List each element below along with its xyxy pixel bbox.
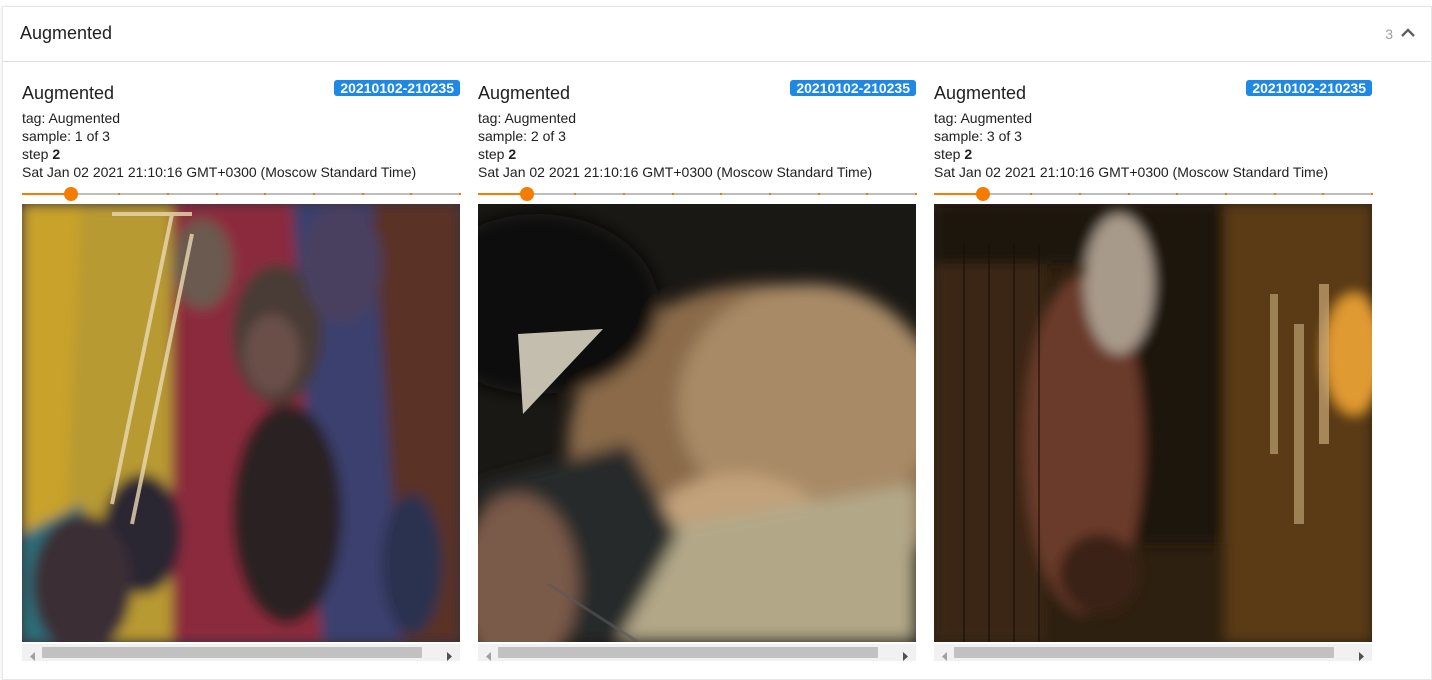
slider-tick: [69, 193, 72, 195]
slider-tick: [1127, 193, 1130, 195]
horizontal-scrollbar[interactable]: [934, 644, 1372, 661]
slider-tick: [1371, 193, 1373, 195]
image-card-2: Augmented 20210102-210235 tag: Augmented…: [478, 80, 917, 661]
scroll-right-icon[interactable]: [1357, 648, 1366, 661]
slider-tick: [574, 193, 577, 195]
scrollbar-thumb[interactable]: [42, 647, 422, 658]
chevron-up-icon[interactable]: [1399, 24, 1417, 42]
card-title: Augmented: [934, 83, 1027, 103]
slider-tick: [167, 193, 169, 195]
step-value: 2: [508, 146, 517, 162]
pane-header[interactable]: Augmented 3: [3, 7, 1431, 62]
image-card-3: Augmented 20210102-210235 tag: Augmented…: [934, 80, 1373, 661]
slider-tick: [720, 193, 723, 195]
slider-tick: [915, 193, 917, 195]
run-badge: 20210102-210235: [1246, 80, 1372, 96]
sample-image: [22, 204, 460, 642]
slider-tick: [525, 193, 528, 195]
tag-label: tag: Augmented: [22, 110, 121, 126]
slider-tick: [264, 193, 267, 195]
image-card-1: Augmented 20210102-210235 tag: Augmented…: [22, 80, 461, 661]
sample-image: [478, 204, 916, 642]
augmented-pane: Augmented 3 Augmented 20210102-210235 ta…: [2, 6, 1432, 680]
run-badge: 20210102-210235: [790, 80, 916, 96]
run-badge: 20210102-210235: [334, 80, 460, 96]
slider-tick: [118, 193, 121, 195]
sample-label: sample: 3 of 3: [934, 128, 1022, 144]
slider-tick: [1225, 193, 1227, 195]
step-label: step 2: [934, 146, 973, 162]
horizontal-scrollbar[interactable]: [22, 644, 460, 661]
slider-tick: [1322, 193, 1325, 195]
sample-label: sample: 1 of 3: [22, 128, 110, 144]
sample-label: sample: 2 of 3: [478, 128, 566, 144]
sample-image: [934, 204, 1372, 642]
slider-tick: [866, 193, 869, 195]
card-title: Augmented: [22, 83, 115, 103]
scroll-left-icon[interactable]: [940, 648, 949, 661]
scroll-right-icon[interactable]: [445, 648, 454, 661]
scroll-left-icon[interactable]: [484, 648, 493, 661]
slider-tick: [981, 193, 984, 195]
timestamp: Sat Jan 02 2021 21:10:16 GMT+0300 (Mosco…: [478, 164, 873, 180]
step-value: 2: [964, 146, 973, 162]
card-title: Augmented: [478, 83, 571, 103]
slider-tick: [410, 193, 413, 195]
scrollbar-thumb[interactable]: [498, 647, 878, 658]
step-label: step 2: [22, 146, 61, 162]
scroll-right-icon[interactable]: [901, 648, 910, 661]
slider-tick: [1030, 193, 1033, 195]
pane-title: Augmented: [20, 23, 113, 43]
slider-tick: [1079, 193, 1081, 195]
slider-tick: [671, 193, 674, 195]
timestamp: Sat Jan 02 2021 21:10:16 GMT+0300 (Mosco…: [22, 164, 417, 180]
horizontal-scrollbar[interactable]: [478, 644, 916, 661]
pane-count: 3: [1385, 26, 1393, 42]
slider-tick: [361, 193, 364, 195]
slider-tick: [769, 193, 771, 195]
step-slider[interactable]: [22, 182, 461, 204]
slider-tick: [623, 193, 625, 195]
slider-tick: [313, 193, 315, 195]
tag-label: tag: Augmented: [478, 110, 577, 126]
scrollbar-thumb[interactable]: [954, 647, 1334, 658]
scroll-left-icon[interactable]: [28, 648, 37, 661]
tag-label: tag: Augmented: [934, 110, 1033, 126]
step-label: step 2: [478, 146, 517, 162]
step-slider[interactable]: [478, 182, 917, 204]
step-value: 2: [52, 146, 61, 162]
slider-tick: [215, 193, 218, 195]
slider-tick: [1273, 193, 1276, 195]
step-slider[interactable]: [934, 182, 1373, 204]
timestamp: Sat Jan 02 2021 21:10:16 GMT+0300 (Mosco…: [934, 164, 1329, 180]
slider-tick: [459, 193, 461, 195]
slider-tick: [1176, 193, 1179, 195]
slider-tick: [817, 193, 820, 195]
